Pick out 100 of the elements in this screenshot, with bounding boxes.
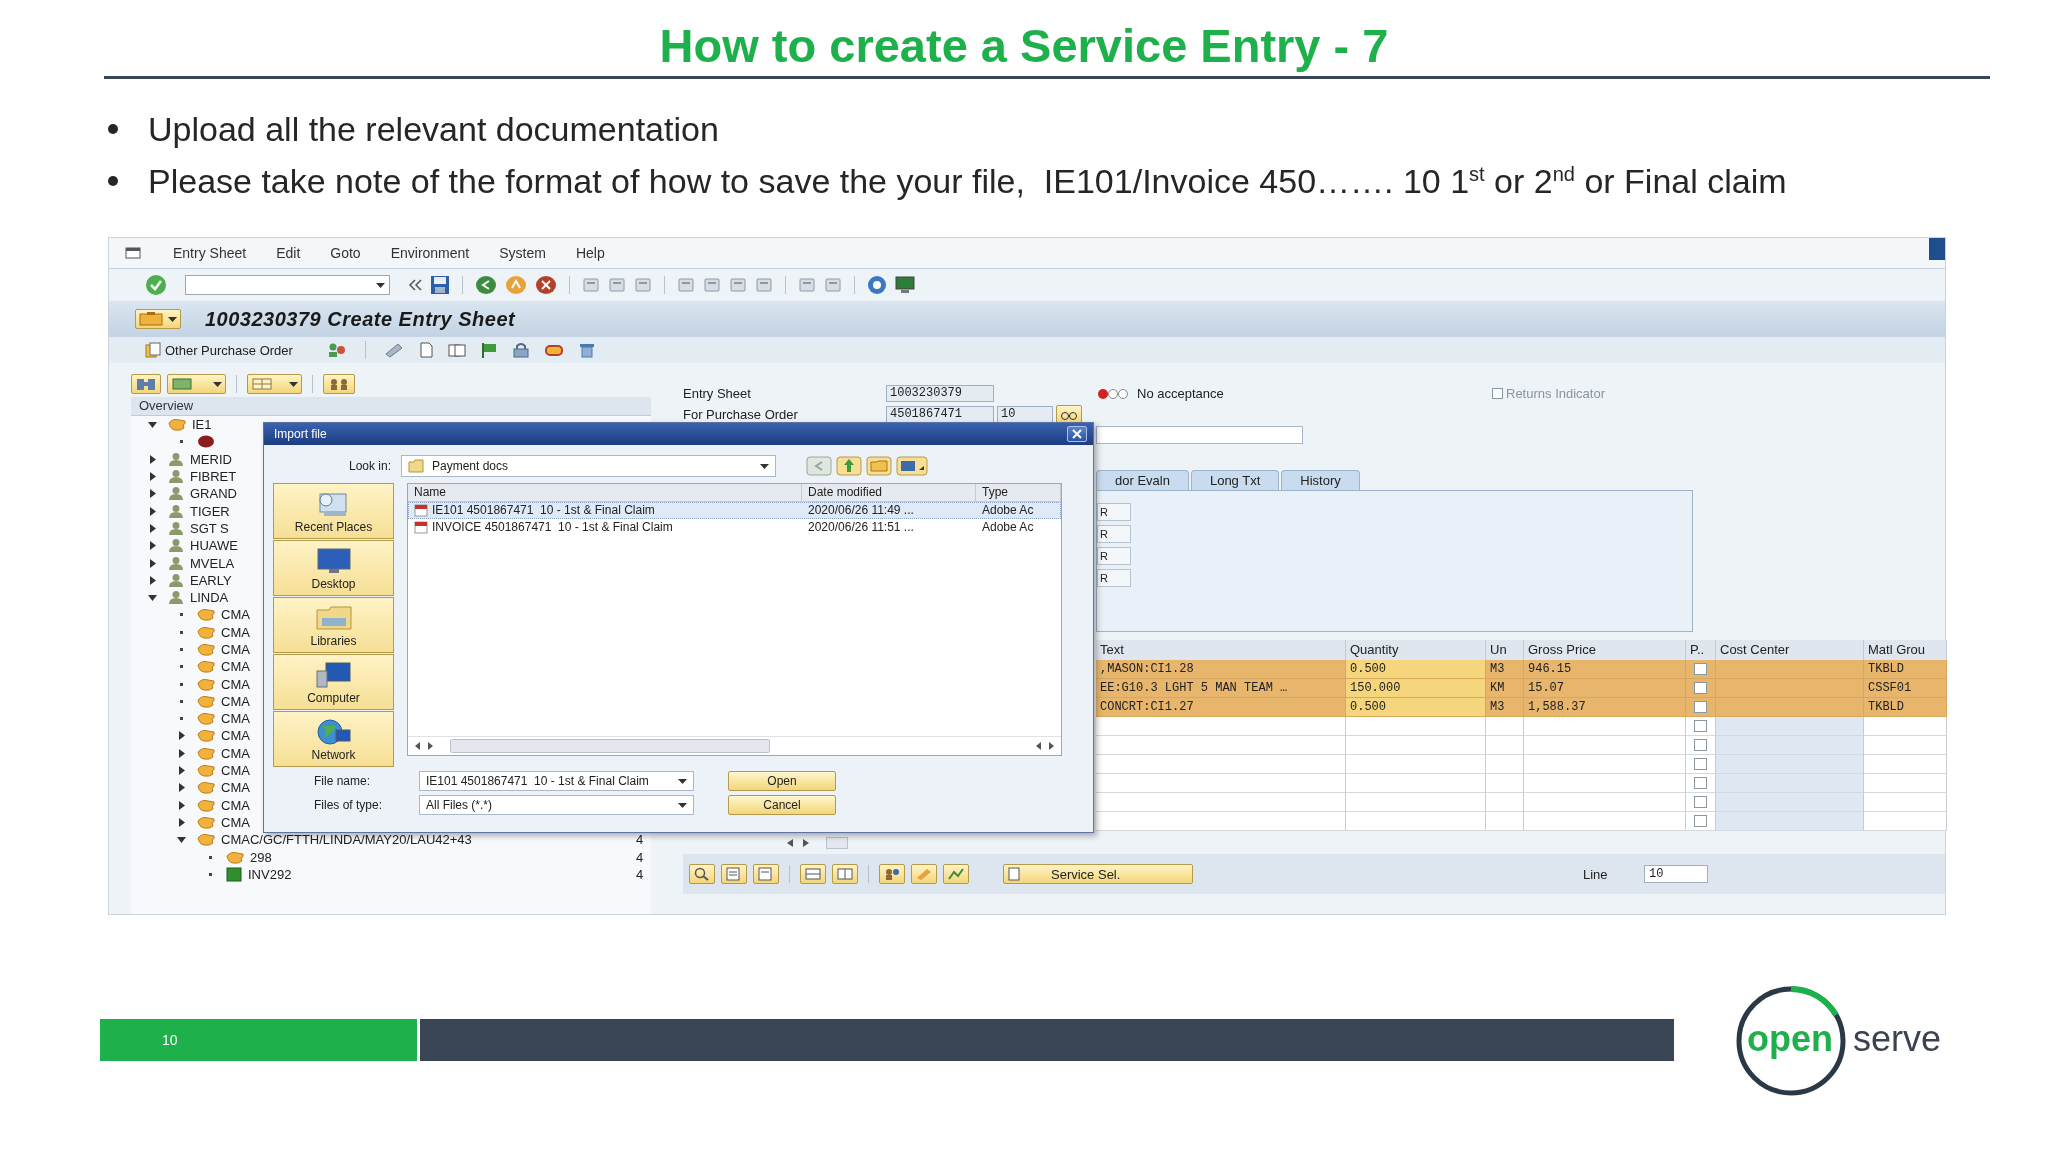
window-menu-icon[interactable] xyxy=(125,246,143,260)
input-field[interactable]: R xyxy=(1097,503,1131,521)
input-field[interactable]: R xyxy=(1097,525,1131,543)
expand-arrow-icon[interactable] xyxy=(176,783,186,793)
tree-item[interactable]: CMA xyxy=(221,763,250,779)
toolbar-button[interactable] xyxy=(689,864,715,884)
expand-arrow-icon[interactable] xyxy=(147,489,157,499)
tree-item[interactable]: CMA xyxy=(221,624,250,640)
cancel-button[interactable]: Cancel xyxy=(728,795,836,815)
expand-arrow-icon[interactable] xyxy=(176,817,186,827)
column-header[interactable]: Quantity xyxy=(1346,640,1486,660)
toolbar-button[interactable] xyxy=(753,864,779,884)
scroll-left-icon[interactable] xyxy=(1035,742,1042,750)
expand-arrow-icon[interactable] xyxy=(147,541,157,551)
line-field[interactable]: 10 xyxy=(1644,865,1708,883)
window-icon[interactable] xyxy=(798,277,816,293)
column-header[interactable]: Name xyxy=(408,484,802,502)
service-selection-button[interactable]: Service Sel. xyxy=(1003,864,1193,884)
toolbar-button[interactable] xyxy=(800,864,826,884)
copy-icon[interactable] xyxy=(447,342,466,358)
column-header[interactable]: Un xyxy=(1486,640,1524,660)
expand-arrow-icon[interactable] xyxy=(147,454,157,464)
scroll-right-icon[interactable] xyxy=(802,838,810,847)
tree-item[interactable]: FIBRET xyxy=(190,469,237,485)
tree-item[interactable]: CMA xyxy=(221,607,250,623)
binoculars-icon[interactable] xyxy=(608,277,626,293)
tree-item[interactable]: CMA xyxy=(221,814,250,830)
trash-icon[interactable] xyxy=(577,342,596,358)
collapse-arrow-icon[interactable] xyxy=(147,420,157,430)
toolbar-button[interactable] xyxy=(879,864,905,884)
tree-item[interactable]: CMA xyxy=(221,797,250,813)
expand-arrow-icon[interactable] xyxy=(147,472,157,482)
expand-arrow-icon[interactable] xyxy=(176,731,186,741)
scroll-thumb[interactable] xyxy=(826,836,848,849)
checkbox[interactable] xyxy=(1694,796,1707,808)
column-header[interactable]: Type xyxy=(976,484,1061,502)
column-header[interactable]: P.. xyxy=(1686,640,1716,660)
menu-item[interactable]: Edit xyxy=(276,245,301,261)
input-field[interactable]: R xyxy=(1097,547,1131,565)
toolbar-button[interactable] xyxy=(832,864,858,884)
tree-item[interactable]: INV292 xyxy=(248,866,292,882)
expand-arrow-icon[interactable] xyxy=(147,506,157,516)
checkbox[interactable] xyxy=(1694,720,1707,732)
tree-item[interactable]: MVELA xyxy=(190,555,235,571)
tree-item[interactable]: CMA xyxy=(221,693,250,709)
menu-item[interactable]: System xyxy=(499,245,546,261)
collapse-arrow-icon[interactable] xyxy=(147,593,157,603)
toolbar-button[interactable] xyxy=(721,864,747,884)
tree-item[interactable]: LINDA xyxy=(190,590,229,606)
scroll-left-icon[interactable] xyxy=(786,838,794,847)
place-button[interactable]: Network xyxy=(273,711,394,767)
expand-arrow-icon[interactable] xyxy=(147,523,157,533)
tab[interactable]: History xyxy=(1281,470,1360,490)
checkbox[interactable] xyxy=(1694,739,1707,751)
tree-item[interactable]: SGT S xyxy=(190,520,229,536)
tree-item[interactable]: CMA xyxy=(221,728,250,744)
lock-icon[interactable] xyxy=(511,342,530,358)
tab[interactable]: dor Evaln xyxy=(1096,470,1189,490)
menu-item[interactable]: Environment xyxy=(390,245,470,261)
tree-item[interactable]: CMA xyxy=(221,711,250,727)
page-icon[interactable] xyxy=(703,277,721,293)
sum-button[interactable] xyxy=(167,374,226,394)
menu-button[interactable] xyxy=(135,309,181,329)
expand-arrow-icon[interactable] xyxy=(176,748,186,758)
tree-item[interactable]: GRAND xyxy=(190,486,237,502)
page-icon[interactable] xyxy=(755,277,773,293)
scroll-left-icon[interactable] xyxy=(414,742,421,750)
printer-icon[interactable] xyxy=(582,277,600,293)
page-icon[interactable] xyxy=(729,277,747,293)
file-name-cell[interactable]: INVOICE 4501867471 10 - 1st & Final Claim xyxy=(408,519,802,536)
file-name-cell[interactable]: IE101 4501867471 10 - 1st & Final Claim xyxy=(408,502,802,519)
column-header[interactable]: Matl Grou xyxy=(1864,640,1947,660)
check-icon[interactable] xyxy=(145,274,167,296)
open-button[interactable]: Open xyxy=(728,771,836,791)
checkbox[interactable] xyxy=(1694,682,1707,694)
tree-item[interactable]: HUAWE xyxy=(190,538,238,554)
file-name-field[interactable]: IE101 4501867471 10 - 1st & Final Claim xyxy=(419,771,694,791)
other-purchase-order-button[interactable]: Other Purchase Order xyxy=(145,342,293,358)
new-folder-icon[interactable] xyxy=(866,456,892,476)
view-menu-icon[interactable] xyxy=(896,456,928,476)
exit-icon[interactable] xyxy=(505,275,527,295)
menu-item[interactable]: Goto xyxy=(330,245,361,261)
expand-arrow-icon[interactable] xyxy=(176,800,186,810)
up-folder-icon[interactable] xyxy=(836,456,862,476)
tree-item[interactable]: MERID xyxy=(190,451,232,467)
tree-item[interactable]: 298 xyxy=(250,849,272,865)
tree-item[interactable]: CMA xyxy=(221,745,250,761)
place-button[interactable]: Recent Places xyxy=(273,483,394,539)
page-icon[interactable] xyxy=(677,277,695,293)
binoculars-icon[interactable] xyxy=(634,277,652,293)
toolbar-button[interactable] xyxy=(943,864,969,884)
find-button[interactable] xyxy=(131,374,161,394)
column-header[interactable]: Gross Price xyxy=(1524,640,1686,660)
file-type-dropdown[interactable]: All Files (*.*) xyxy=(419,795,694,815)
column-header[interactable]: Text xyxy=(1096,640,1346,660)
input-field[interactable] xyxy=(1096,426,1303,444)
checkbox[interactable] xyxy=(1694,815,1707,827)
flag-icon[interactable] xyxy=(479,342,498,358)
expand-arrow-icon[interactable] xyxy=(147,575,157,585)
tree-item[interactable]: CMA xyxy=(221,659,250,675)
